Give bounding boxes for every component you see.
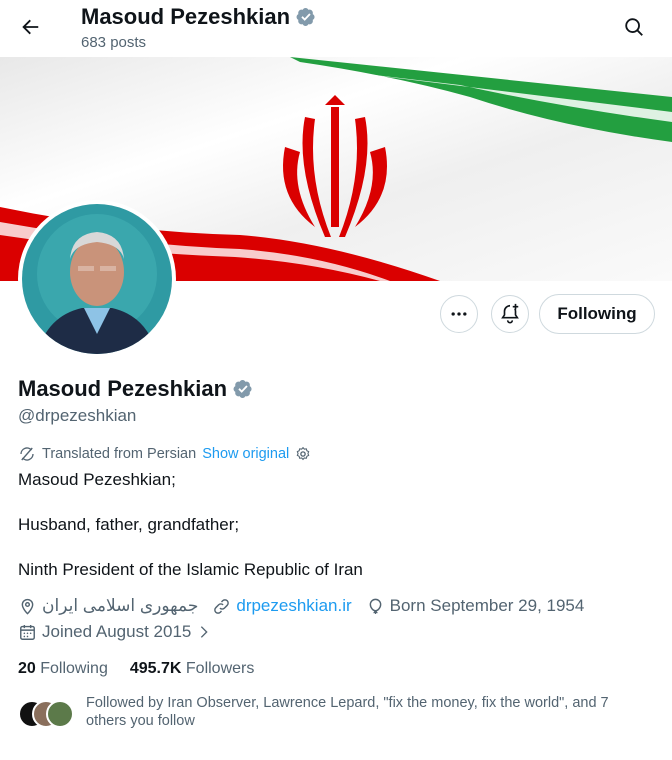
post-count: 683 posts bbox=[81, 34, 147, 51]
born-text: Born September 29, 1954 bbox=[389, 596, 585, 615]
notifications-button[interactable] bbox=[491, 295, 529, 333]
balloon-icon bbox=[366, 597, 385, 616]
search-button[interactable] bbox=[616, 9, 652, 45]
followers-you-know-avatars bbox=[18, 700, 74, 728]
following-button[interactable]: Following bbox=[539, 294, 655, 334]
joined-item: Joined August 2015 bbox=[18, 622, 212, 642]
bio-line: Ninth President of the Islamic Republic … bbox=[18, 560, 363, 579]
profile-avatar[interactable] bbox=[18, 200, 176, 358]
profile-name: Masoud Pezeshkian bbox=[18, 376, 253, 402]
verified-badge-icon bbox=[296, 7, 316, 27]
follow-counts: 20 Following 495.7K Followers bbox=[18, 660, 254, 678]
translation-row: Translated from Persian Show original bbox=[18, 445, 311, 463]
header-name: Masoud Pezeshkian bbox=[81, 4, 291, 29]
following-label: Following bbox=[40, 660, 108, 677]
translated-label: Translated from Persian bbox=[42, 446, 197, 462]
header-title: Masoud Pezeshkian bbox=[81, 4, 316, 30]
profile-meta: جمهوری اسلامی ایران drpezeshkian.ir Born… bbox=[18, 596, 598, 616]
following-count-link[interactable]: 20 Following bbox=[18, 660, 108, 678]
more-icon bbox=[449, 304, 469, 324]
followed-by-text: Followed by Iran Observer, Lawrence Lepa… bbox=[86, 695, 609, 729]
search-icon bbox=[623, 16, 645, 38]
avatar bbox=[22, 204, 172, 354]
show-original-link[interactable]: Show original bbox=[202, 446, 289, 462]
joined-text: Joined August 2015 bbox=[42, 622, 192, 641]
calendar-icon bbox=[18, 623, 37, 642]
followers-count-link[interactable]: 495.7K Followers bbox=[130, 660, 255, 678]
link-icon bbox=[212, 597, 231, 616]
display-name: Masoud Pezeshkian bbox=[18, 376, 228, 401]
notification-bell-icon bbox=[499, 303, 521, 325]
followed-by-row[interactable]: Followed by Iran Observer, Lawrence Lepa… bbox=[18, 694, 646, 730]
avatar bbox=[46, 700, 74, 728]
verified-badge-icon[interactable] bbox=[233, 379, 253, 399]
followers-label: Followers bbox=[185, 660, 255, 677]
following-count: 20 bbox=[18, 660, 36, 677]
followers-count: 495.7K bbox=[129, 660, 182, 677]
location-text: جمهوری اسلامی ایران bbox=[42, 596, 199, 615]
more-button[interactable] bbox=[440, 295, 478, 333]
gear-icon[interactable] bbox=[295, 446, 311, 462]
website-item[interactable]: drpezeshkian.ir bbox=[212, 596, 352, 616]
translate-icon bbox=[18, 445, 36, 463]
bio-line: Husband, father, grandfather; bbox=[18, 515, 240, 534]
profile-handle: @drpezeshkian bbox=[18, 406, 137, 425]
back-arrow-icon bbox=[19, 16, 41, 38]
chevron-right-icon[interactable] bbox=[196, 624, 212, 640]
joined-row: Joined August 2015 bbox=[18, 622, 226, 642]
bio-line: Masoud Pezeshkian; bbox=[18, 470, 176, 489]
location-item: جمهوری اسلامی ایران bbox=[18, 596, 198, 616]
back-button[interactable] bbox=[12, 9, 48, 45]
location-icon bbox=[18, 597, 37, 616]
top-bar: Masoud Pezeshkian 683 posts bbox=[0, 0, 672, 57]
website-link[interactable]: drpezeshkian.ir bbox=[236, 596, 351, 616]
birthday-item: Born September 29, 1954 bbox=[366, 596, 585, 616]
